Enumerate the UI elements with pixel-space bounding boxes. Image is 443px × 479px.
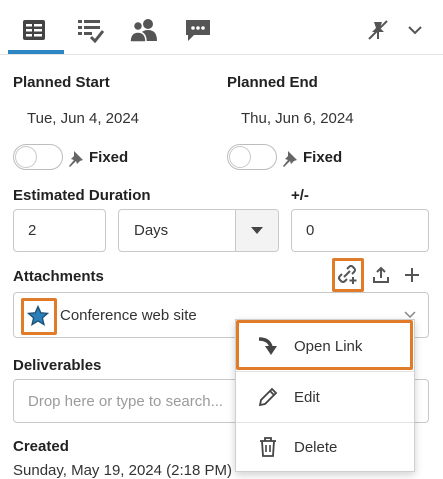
plus-icon <box>405 268 419 282</box>
chevron-down-icon <box>408 26 422 35</box>
comment-icon <box>186 20 210 41</box>
menu-item-label: Open Link <box>294 337 363 355</box>
deliverables-label: Deliverables <box>13 357 102 374</box>
tab-bar <box>0 0 443 55</box>
planned-start-fixed-toggle[interactable] <box>13 144 63 170</box>
pencil-icon <box>258 387 278 407</box>
duration-unit-dropdown-button[interactable] <box>235 210 278 251</box>
duration-value: 2 <box>28 222 37 239</box>
pushpin-icon <box>283 151 297 167</box>
created-label: Created <box>13 438 69 455</box>
planned-start-label: Planned Start <box>13 74 110 91</box>
link-add-icon <box>338 265 357 284</box>
planned-end-label: Planned End <box>227 74 318 91</box>
pushpin-icon <box>69 151 83 167</box>
collapse-button[interactable] <box>400 12 430 48</box>
plusminus-label: +/- <box>291 187 309 204</box>
unpin-button[interactable] <box>358 12 398 48</box>
tab-comments[interactable] <box>178 12 218 48</box>
planned-end-fixed-label: Fixed <box>303 149 343 166</box>
star-icon[interactable] <box>27 305 49 327</box>
menu-item-edit[interactable]: Edit <box>236 371 414 423</box>
plusminus-input[interactable]: 0 <box>291 209 429 252</box>
menu-item-delete[interactable]: Delete <box>236 421 414 473</box>
add-link-button[interactable] <box>337 264 359 286</box>
add-attachment-button[interactable] <box>401 264 423 286</box>
planned-end-value[interactable]: Thu, Jun 6, 2024 <box>241 110 354 127</box>
duration-unit-select[interactable]: Days <box>118 209 279 252</box>
open-link-arrow-icon <box>258 337 277 355</box>
tab-details[interactable] <box>14 12 54 48</box>
upload-icon <box>373 266 389 283</box>
pin-off-icon <box>368 20 388 40</box>
active-tab-indicator <box>8 50 64 54</box>
planned-start-fixed-label: Fixed <box>89 149 129 166</box>
menu-item-label: Edit <box>294 388 320 406</box>
deliverables-placeholder: Drop here or type to search... <box>28 392 224 410</box>
chevron-down-icon <box>404 311 416 319</box>
menu-item-label: Delete <box>294 438 338 456</box>
attachment-context-menu: Open Link Edit Delete <box>235 319 415 472</box>
menu-item-open-link[interactable]: Open Link <box>236 320 414 372</box>
tab-people[interactable] <box>124 12 164 48</box>
planned-end-fixed-toggle[interactable] <box>227 144 277 170</box>
checklist-icon <box>78 20 104 43</box>
duration-input[interactable]: 2 <box>13 209 106 252</box>
trash-icon <box>260 437 276 457</box>
people-icon <box>129 19 157 43</box>
tab-checklist[interactable] <box>70 12 110 48</box>
caret-down-icon <box>251 226 263 234</box>
estimated-duration-label: Estimated Duration <box>13 187 151 204</box>
form-icon <box>23 20 45 40</box>
attachments-label: Attachments <box>13 268 104 285</box>
plusminus-value: 0 <box>306 222 315 239</box>
planned-start-value[interactable]: Tue, Jun 4, 2024 <box>27 110 139 127</box>
upload-button[interactable] <box>370 264 392 286</box>
duration-unit-value: Days <box>134 222 169 239</box>
created-value: Sunday, May 19, 2024 (2:18 PM) <box>13 462 233 479</box>
attachment-item-label: Conference web site <box>60 306 197 324</box>
